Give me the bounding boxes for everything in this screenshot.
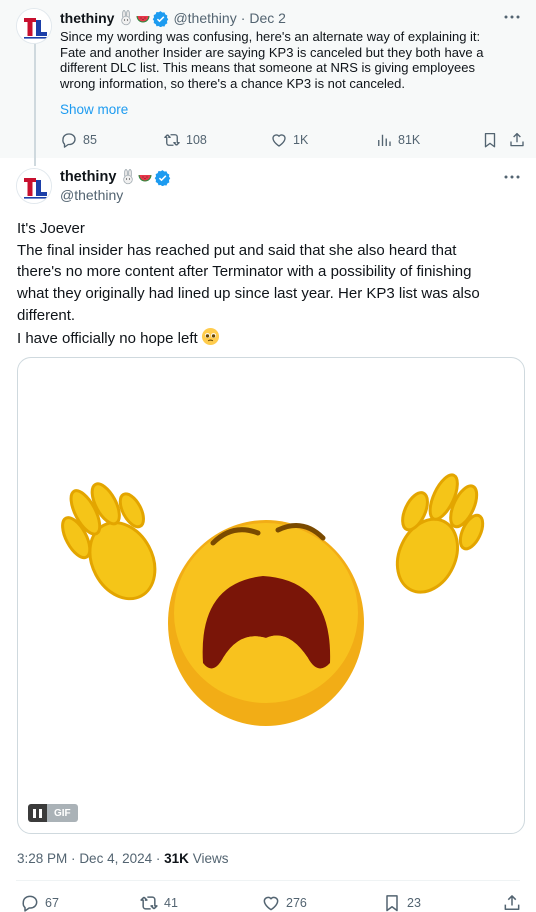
avatar[interactable] [16, 8, 52, 44]
repost-count: 41 [164, 896, 178, 910]
author-handle[interactable]: @thethiny [173, 10, 236, 26]
repost-count: 108 [186, 133, 207, 147]
reply-icon [22, 895, 38, 912]
parent-tweet[interactable]: thethiny @thethiny · Dec 2 Since my word… [0, 0, 536, 166]
avatar-logo-icon [17, 169, 51, 203]
tweet-actions: 85 108 1K 81K [60, 131, 526, 149]
reply-count: 67 [45, 896, 59, 910]
share-button[interactable] [508, 131, 526, 149]
tweet-text-line: what they originally had lined up since … [17, 285, 480, 303]
tweet-text: Since my wording was confusing, here's a… [60, 29, 524, 91]
watermelon-emoji-icon [138, 175, 152, 182]
author-name[interactable]: thethiny [60, 169, 116, 185]
bookmark-button[interactable]: 23 [382, 893, 421, 912]
verified-badge-icon [153, 10, 169, 27]
tweet-date[interactable]: Dec 2 [249, 10, 286, 26]
reply-icon [62, 133, 76, 148]
tweet-date[interactable]: Dec 4, 2024 [79, 851, 152, 866]
repost-button[interactable]: 41 [139, 893, 178, 912]
gif-media[interactable]: GIF [17, 357, 525, 834]
tweet-text-line: The final insider has reached put and sa… [17, 241, 457, 259]
share-button[interactable] [502, 893, 522, 912]
divider [16, 880, 520, 881]
rabbit-emoji-icon [123, 169, 134, 185]
more-options-icon[interactable] [502, 9, 522, 25]
tweet-time[interactable]: 3:28 PM [17, 851, 67, 866]
like-count: 276 [286, 896, 307, 910]
crying-face-emoji-gif [61, 473, 485, 726]
pause-icon[interactable] [28, 804, 47, 822]
dot-separator: · [71, 851, 76, 866]
tweet-text-line: different. [17, 306, 76, 324]
views-label: Views [192, 851, 229, 866]
tweet-text-line: different DLC list. This means that some… [60, 60, 475, 75]
like-button[interactable]: 276 [261, 893, 307, 912]
like-button[interactable]: 1K [270, 131, 308, 149]
reply-button[interactable]: 85 [60, 131, 97, 149]
tweet-text-line: Since my wording was confusing, here's a… [60, 29, 481, 44]
views-button[interactable]: 81K [375, 131, 420, 149]
tweet-header: thethiny [60, 168, 171, 186]
views-count: 31K [164, 851, 189, 866]
reply-button[interactable]: 67 [20, 893, 59, 912]
tweet-text-line: there's no more content after Terminator… [17, 263, 472, 281]
repost-icon [140, 896, 158, 910]
bookmark-icon [386, 895, 398, 912]
dot-separator: · [155, 851, 161, 866]
author-name[interactable]: thethiny [60, 10, 114, 26]
like-icon [263, 896, 279, 911]
tweet-header: thethiny @thethiny · Dec 2 [60, 9, 286, 27]
views-count: 81K [398, 133, 421, 147]
avatar-logo-icon [17, 9, 51, 43]
avatar[interactable] [16, 168, 52, 204]
dot-separator: · [240, 10, 246, 26]
tweet-text-line: wrong information, so there's a chance K… [60, 75, 406, 91]
thread-connector-line [34, 44, 36, 166]
repost-icon [164, 134, 180, 146]
watermelon-emoji-icon [136, 16, 150, 23]
repost-button[interactable]: 108 [163, 131, 207, 149]
tweet-actions: 67 41 276 23 [20, 893, 524, 912]
share-icon [510, 132, 524, 147]
like-count: 1K [293, 133, 309, 147]
tweet-metadata: 3:28 PM · Dec 4, 2024 · 31K Views [17, 851, 228, 866]
views-icon [378, 134, 391, 146]
show-more-link[interactable]: Show more [60, 102, 128, 117]
bookmark-count: 23 [407, 896, 421, 910]
share-icon [504, 895, 520, 910]
like-icon [272, 134, 286, 147]
tweet-text-line: I have officially no hope left [17, 329, 198, 347]
rabbit-emoji-icon [121, 10, 132, 26]
bookmark-icon [484, 132, 496, 148]
author-handle[interactable]: @thethiny [60, 187, 123, 203]
pleading-face-emoji-icon [201, 327, 219, 345]
bookmark-button[interactable] [481, 131, 499, 149]
gif-label: GIF [47, 804, 78, 822]
verified-badge-icon [155, 169, 171, 186]
more-options-icon[interactable] [502, 169, 522, 185]
reply-count: 85 [83, 133, 97, 147]
tweet-text-line: It's Joever [17, 220, 85, 237]
tweet-text-line: Fate and another Insider are saying KP3 … [60, 44, 484, 60]
gif-badge[interactable]: GIF [28, 804, 78, 822]
tweet-text: It's Joever The final insider has reache… [17, 218, 527, 349]
tweet-text-line-last: I have officially no hope left [17, 327, 527, 350]
